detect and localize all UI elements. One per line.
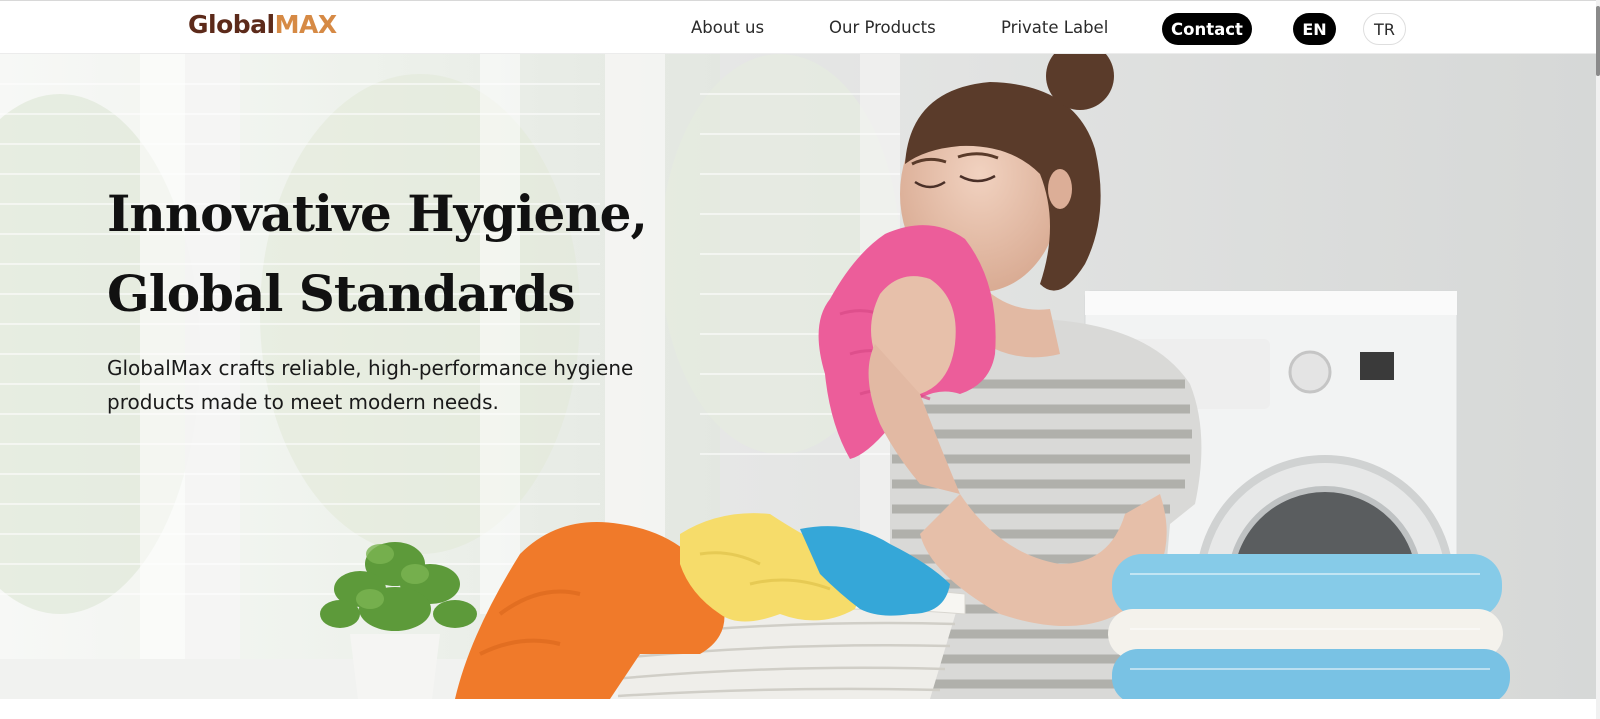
nav-link-about-us[interactable]: About us (691, 17, 764, 39)
hero-subtitle-line-1: GlobalMax crafts reliable, high-performa… (107, 356, 634, 380)
top-navbar: GlobalMAX About us Our Products Private … (0, 0, 1596, 54)
hero-title-line-1: Innovative Hygiene, (107, 184, 648, 243)
contact-button[interactable]: Contact (1162, 13, 1252, 45)
nav-link-private-label[interactable]: Private Label (1001, 17, 1108, 39)
vertical-scrollbar[interactable] (1596, 0, 1600, 719)
hero-title: Innovative Hygiene, Global Standards (107, 174, 727, 334)
logo-text-global: Global (188, 10, 275, 39)
language-tr-button[interactable]: TR (1363, 13, 1406, 45)
hero-title-line-2: Global Standards (107, 264, 576, 323)
hero-subtitle-line-2: products made to meet modern needs. (107, 390, 499, 414)
scrollbar-thumb[interactable] (1596, 6, 1600, 76)
globalmax-logo[interactable]: GlobalMAX (188, 9, 337, 41)
logo-text-max: MAX (274, 10, 338, 39)
language-en-button[interactable]: EN (1293, 13, 1336, 45)
page-bottom-strip (0, 699, 1596, 719)
nav-link-our-products[interactable]: Our Products (829, 17, 936, 39)
hero-subtitle: GlobalMax crafts reliable, high-performa… (107, 351, 707, 419)
hero-section: Innovative Hygiene, Global Standards Glo… (0, 54, 1596, 699)
